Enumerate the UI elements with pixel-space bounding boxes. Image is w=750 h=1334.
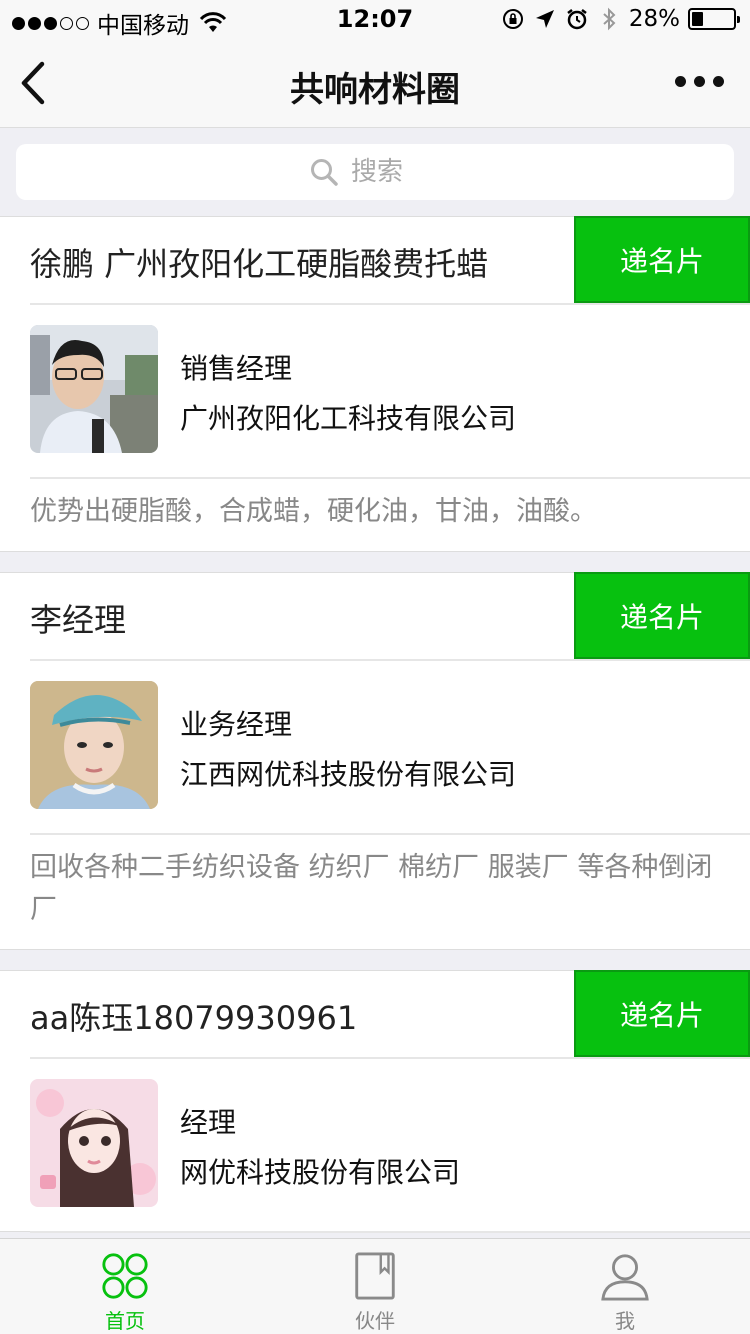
avatar[interactable] xyxy=(30,681,158,809)
search-icon xyxy=(311,159,338,186)
divider xyxy=(30,1231,750,1233)
contact-company: 江西网优科技股份有限公司 xyxy=(180,758,517,791)
card-title: 李经理 xyxy=(30,601,127,639)
battery-icon xyxy=(688,8,740,30)
person-icon xyxy=(601,1254,649,1301)
card-title: 徐鹏 广州孜阳化工硬脂酸费托蜡 xyxy=(30,245,489,283)
card-body: 业务经理 江西网优科技股份有限公司 xyxy=(0,659,750,833)
contact-card[interactable]: aa陈珏18079930961 递名片 经理 网优科技股份有限公司 xyxy=(0,970,750,1233)
send-card-button[interactable]: 递名片 xyxy=(574,216,750,303)
search-bar xyxy=(0,129,750,215)
tab-me[interactable]: 我 xyxy=(500,1239,750,1334)
card-header: 李经理 递名片 xyxy=(0,572,750,659)
tab-partners[interactable]: 伙伴 xyxy=(250,1239,500,1334)
search-box[interactable] xyxy=(16,144,734,200)
status-right: 28% xyxy=(501,6,740,32)
tab-home[interactable]: 首页 xyxy=(0,1239,250,1334)
page-title: 共响材料圈 xyxy=(290,70,460,110)
card-header: 徐鹏 广州孜阳化工硬脂酸费托蜡 递名片 xyxy=(0,216,750,303)
status-bar: 中国移动 12:07 28% xyxy=(0,0,750,40)
contact-card[interactable]: 李经理 递名片 业务经理 江西网优科技股份有限公司 回收各种二手纺织设备 纺织厂… xyxy=(0,572,750,950)
card-title: aa陈珏18079930961 xyxy=(30,999,358,1037)
card-description: 回收各种二手纺织设备 纺织厂 棉纺厂 服装厂 等各种倒闭厂 xyxy=(30,852,713,925)
alarm-icon xyxy=(567,9,587,30)
avatar-photo-2 xyxy=(30,681,158,809)
avatar-photo-3 xyxy=(30,1079,158,1207)
tab-label: 伙伴 xyxy=(355,1309,395,1333)
tab-label: 首页 xyxy=(105,1309,145,1333)
nav-bar: 共响材料圈 xyxy=(0,40,750,128)
card-header: aa陈珏18079930961 递名片 xyxy=(0,970,750,1057)
avatar[interactable] xyxy=(30,1079,158,1207)
tab-label: 我 xyxy=(615,1309,635,1333)
card-body: 销售经理 广州孜阳化工科技有限公司 xyxy=(0,303,750,477)
search-input[interactable] xyxy=(351,157,441,187)
contact-card[interactable]: 徐鹏 广州孜阳化工硬脂酸费托蜡 递名片 销售经理 广州孜阳化工科技有限公司 优势… xyxy=(0,216,750,552)
avatar-photo-1 xyxy=(30,325,158,453)
send-card-button[interactable]: 递名片 xyxy=(574,970,750,1057)
app-page: 中国移动 12:07 28% 共响材料圈 搜索 徐鹏 广州孜阳化工硬脂酸费托蜡 … xyxy=(0,0,750,1334)
home-grid-icon xyxy=(102,1253,148,1299)
rotation-lock-icon xyxy=(502,9,523,29)
tab-bar: 首页 伙伴 我 xyxy=(0,1238,750,1334)
avatar[interactable] xyxy=(30,325,158,453)
battery-percent: 28% xyxy=(628,6,680,32)
bluetooth-icon xyxy=(603,7,616,31)
more-dots-icon[interactable] xyxy=(675,76,724,87)
contact-role: 经理 xyxy=(180,1106,237,1139)
contact-company: 广州孜阳化工科技有限公司 xyxy=(180,402,517,435)
card-description: 优势出硬脂酸，合成蜡，硬化油，甘油，油酸。 xyxy=(30,496,597,527)
contact-role: 业务经理 xyxy=(180,708,293,741)
card-body: 经理 网优科技股份有限公司 xyxy=(0,1057,750,1231)
battery-fill xyxy=(692,12,703,26)
location-icon xyxy=(535,10,554,28)
contact-company: 网优科技股份有限公司 xyxy=(180,1156,461,1189)
send-card-button[interactable]: 递名片 xyxy=(574,572,750,659)
contact-role: 销售经理 xyxy=(180,352,293,385)
book-icon xyxy=(355,1252,395,1300)
